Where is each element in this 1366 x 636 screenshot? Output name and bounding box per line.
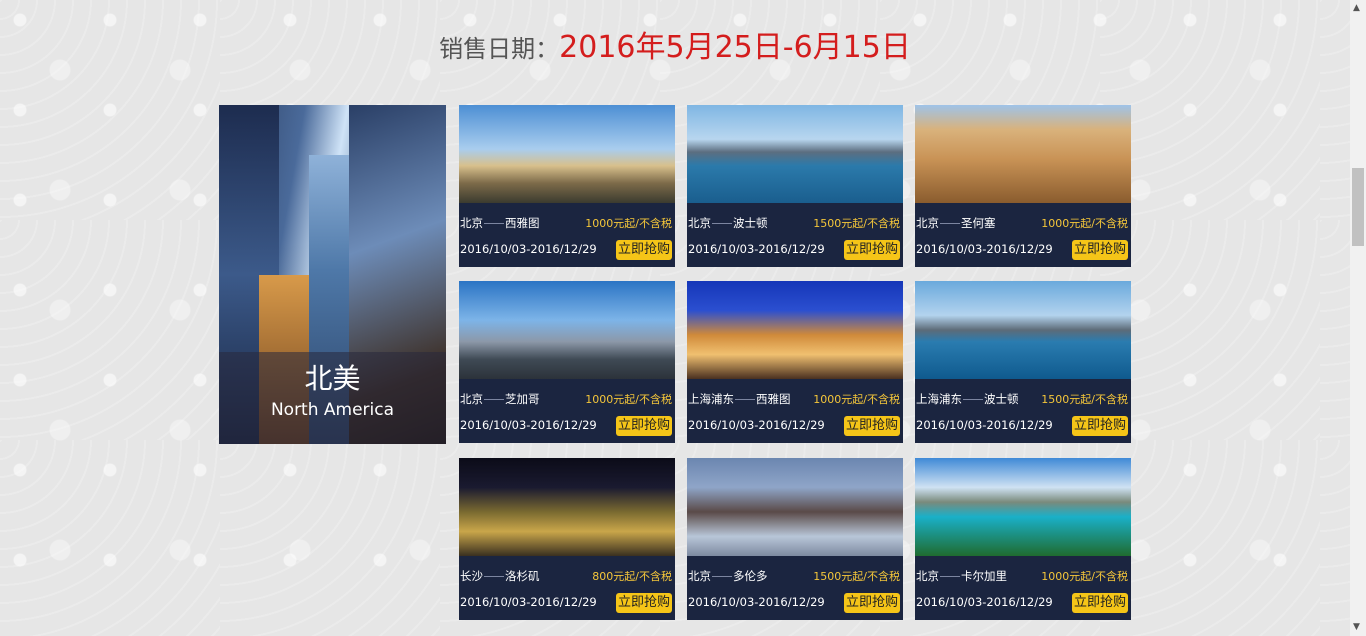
sale-date-range: 2016年5月25日-6月15日 [559, 30, 911, 65]
price-label: 1000元起/不含税 [1041, 217, 1128, 230]
scrollbar-thumb[interactable] [1352, 168, 1364, 246]
buy-now-button[interactable]: 立即抢购 [615, 416, 672, 436]
price-label: 1000元起/不含税 [585, 393, 672, 406]
travel-dates: 2016/10/03-2016/12/29 [460, 595, 597, 609]
travel-dates: 2016/10/03-2016/12/29 [916, 418, 1053, 432]
sale-date-header: 销售日期：2016年5月25日-6月15日 [0, 22, 1350, 66]
price-label: 1000元起/不含税 [1041, 570, 1128, 583]
buy-now-button[interactable]: 立即抢购 [1071, 416, 1128, 436]
banner-title-en: North America [270, 400, 395, 420]
buy-now-button[interactable]: 立即抢购 [843, 593, 900, 613]
travel-dates: 2016/10/03-2016/12/29 [916, 242, 1053, 256]
buy-now-button[interactable]: 立即抢购 [615, 240, 672, 260]
destination-photo[interactable] [915, 458, 1131, 556]
route-label: 北京 芝加哥 [460, 392, 540, 406]
destination-photo[interactable] [459, 105, 675, 203]
banner-title-cn: 北美 [304, 362, 361, 395]
travel-dates: 2016/10/03-2016/12/29 [460, 242, 597, 256]
sale-date-label: 销售日期： [439, 35, 560, 63]
travel-dates: 2016/10/03-2016/12/29 [688, 242, 825, 256]
route-card[interactable]: 上海浦东 波士顿 1500元起/不含税 2016/10/03-2016/12/29 立… [915, 281, 1131, 443]
travel-dates: 2016/10/03-2016/12/29 [688, 595, 825, 609]
buy-now-button[interactable]: 立即抢购 [1071, 593, 1128, 613]
destination-photo[interactable] [687, 105, 903, 203]
destination-photo[interactable] [915, 281, 1131, 379]
scroll-up-arrow-icon[interactable]: ▲ [1353, 3, 1360, 13]
north-america-banner[interactable]: 北美 North America [219, 105, 446, 444]
vertical-scrollbar[interactable]: ▲ ▼ [1350, 0, 1366, 636]
route-label: 北京 卡尔加里 [916, 569, 1007, 583]
route-card[interactable]: 北京 圣何塞 1000元起/不含税 2016/10/03-2016/12/29 立即抢… [915, 105, 1131, 267]
route-label: 长沙 洛杉矶 [460, 569, 540, 583]
route-card[interactable]: 北京 西雅图 1000元起/不含税 2016/10/03-2016/12/29 立即抢… [459, 105, 675, 267]
route-card[interactable]: 上海浦东 西雅图 1000元起/不含税 2016/10/03-2016/12/29 立… [687, 281, 903, 443]
price-label: 1000元起/不含税 [585, 217, 672, 230]
price-label: 1500元起/不含税 [1041, 393, 1128, 406]
route-card[interactable]: 北京 波士顿 1500元起/不含税 2016/10/03-2016/12/29 立即抢… [687, 105, 903, 267]
buy-now-button[interactable]: 立即抢购 [843, 416, 900, 436]
price-label: 800元起/不含税 [592, 570, 672, 583]
price-label: 1000元起/不含税 [813, 393, 900, 406]
destination-photo[interactable] [459, 281, 675, 379]
buy-now-button[interactable]: 立即抢购 [1071, 240, 1128, 260]
banner-caption: 北美 North America [219, 352, 446, 444]
buy-now-button[interactable]: 立即抢购 [615, 593, 672, 613]
destination-photo[interactable] [459, 458, 675, 556]
route-card[interactable]: 北京 多伦多 1500元起/不含税 2016/10/03-2016/12/29 立即抢… [687, 458, 903, 620]
price-label: 1500元起/不含税 [813, 217, 900, 230]
route-label: 北京 西雅图 [460, 216, 540, 230]
travel-dates: 2016/10/03-2016/12/29 [688, 418, 825, 432]
route-label: 北京 波士顿 [688, 216, 768, 230]
route-label: 北京 圣何塞 [916, 216, 996, 230]
travel-dates: 2016/10/03-2016/12/29 [916, 595, 1053, 609]
scroll-down-arrow-icon[interactable]: ▼ [1353, 622, 1360, 632]
destination-photo[interactable] [915, 105, 1131, 203]
route-label: 北京 多伦多 [688, 569, 768, 583]
route-card[interactable]: 长沙 洛杉矶 800元起/不含税 2016/10/03-2016/12/29 立即抢购 [459, 458, 675, 620]
route-label: 上海浦东 波士顿 [916, 392, 1019, 406]
travel-dates: 2016/10/03-2016/12/29 [460, 418, 597, 432]
destination-photo[interactable] [687, 458, 903, 556]
route-card[interactable]: 北京 芝加哥 1000元起/不含税 2016/10/03-2016/12/29 立即抢… [459, 281, 675, 443]
buy-now-button[interactable]: 立即抢购 [843, 240, 900, 260]
destination-photo[interactable] [687, 281, 903, 379]
route-card[interactable]: 北京 卡尔加里 1000元起/不含税 2016/10/03-2016/12/29 立即… [915, 458, 1131, 620]
price-label: 1500元起/不含税 [813, 570, 900, 583]
route-label: 上海浦东 西雅图 [688, 392, 791, 406]
